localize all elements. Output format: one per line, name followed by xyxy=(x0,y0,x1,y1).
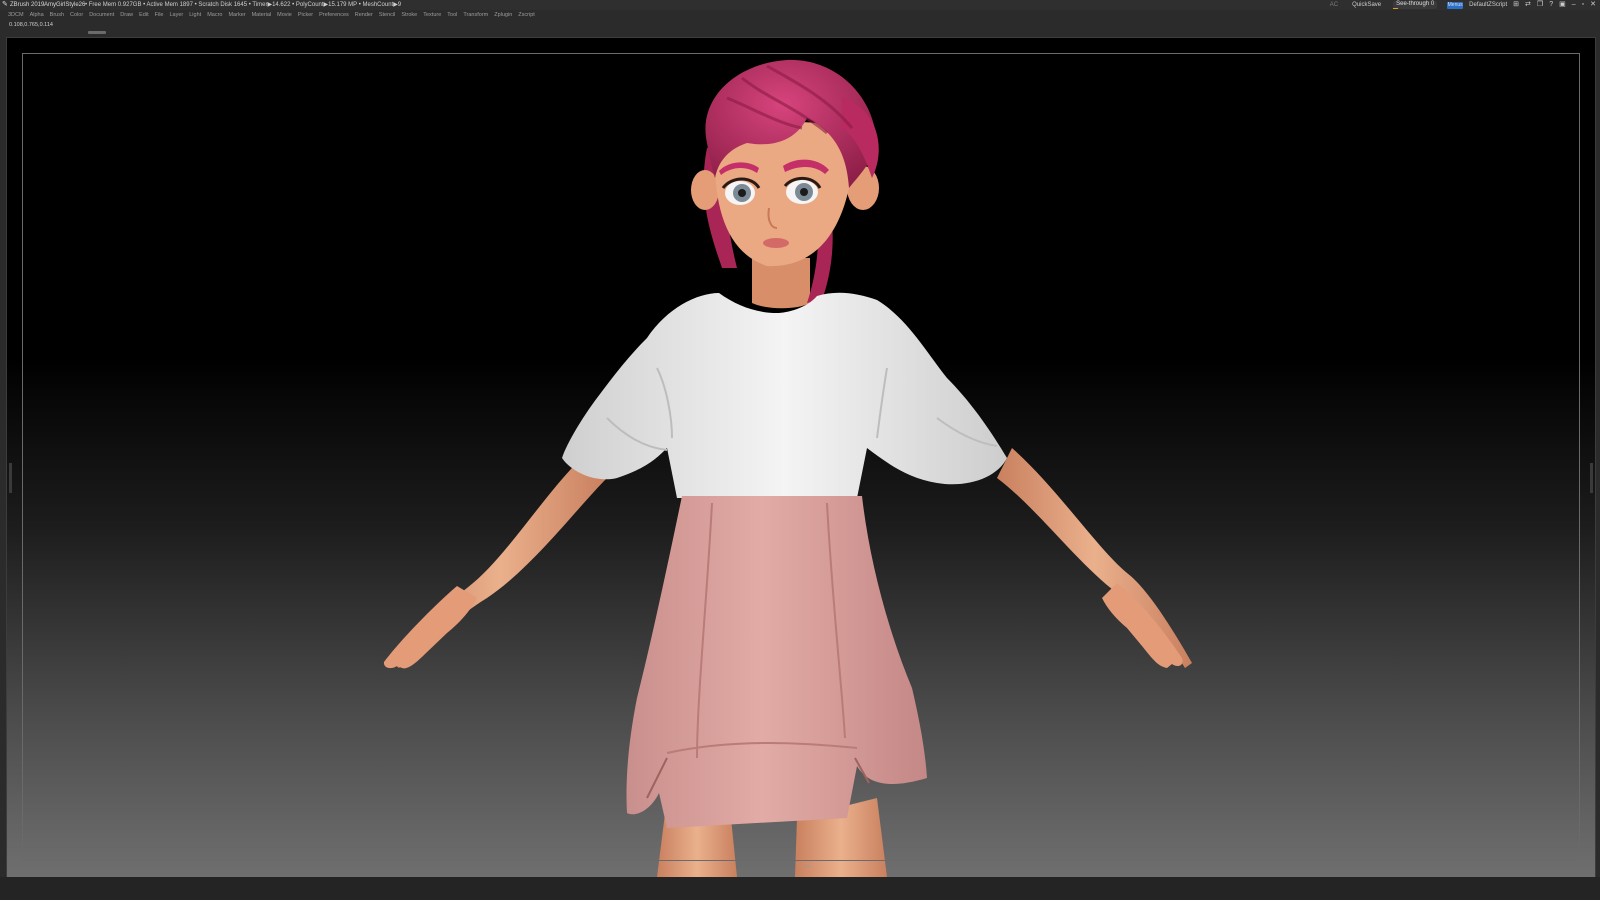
title-bar-controls: AC QuickSave See-through 0 Menus Default… xyxy=(1330,0,1596,10)
menu-item-texture[interactable]: Texture xyxy=(423,10,441,20)
menu-item-picker[interactable]: Picker xyxy=(298,10,313,20)
menu-item-color[interactable]: Color xyxy=(70,10,83,20)
menu-item-stroke[interactable]: Stroke xyxy=(401,10,417,20)
character-model[interactable] xyxy=(7,38,1595,877)
menu-bar: 3DCM Alpha Brush Color Document Draw Edit File L… xyxy=(0,10,1600,20)
menu-item-layer[interactable]: Layer xyxy=(169,10,183,20)
help-icon[interactable]: ? xyxy=(1549,0,1553,10)
tray-handle[interactable] xyxy=(88,31,106,34)
document-name: AmyGirlStyle26 xyxy=(44,2,86,8)
bottom-tray-handle[interactable]: ▴▾ xyxy=(780,865,834,870)
menu-item-preferences[interactable]: Preferences xyxy=(319,10,349,20)
document-viewport[interactable]: ▴▾ xyxy=(6,37,1596,878)
menu-item-brush[interactable]: Brush xyxy=(50,10,64,20)
app-name: ZBrush 2019 xyxy=(10,2,45,8)
title-bar: ✎ ZBrush 2019 AmyGirlStyle26 • Free Mem … xyxy=(0,0,1600,10)
ac-button[interactable]: AC xyxy=(1330,0,1338,10)
menu-item-render[interactable]: Render xyxy=(355,10,373,20)
see-through-slider[interactable]: See-through 0 xyxy=(1393,1,1438,9)
default-zscript-button[interactable]: DefaultZScript xyxy=(1469,0,1507,10)
menu-item-transform[interactable]: Transform xyxy=(463,10,488,20)
menu-item-zscript[interactable]: Zscript xyxy=(518,10,535,20)
bottom-shelf xyxy=(0,877,1600,900)
tray-bar xyxy=(0,30,1600,36)
menu-item-macro[interactable]: Macro xyxy=(207,10,222,20)
mouth xyxy=(763,238,789,248)
shirt xyxy=(562,292,1007,498)
menu-items: 3DCM Alpha Brush Color Document Draw Edit File L… xyxy=(8,10,535,20)
right-tray-handle[interactable] xyxy=(1590,463,1593,493)
menu-item-marker[interactable]: Marker xyxy=(228,10,245,20)
layout-icon[interactable]: ⊞ xyxy=(1513,0,1519,10)
menu-item-draw[interactable]: Draw xyxy=(120,10,133,20)
menu-item-stencil[interactable]: Stencil xyxy=(379,10,396,20)
menu-item-light[interactable]: Light xyxy=(189,10,201,20)
cursor-coordinates: 0.108,0.765,0.114 xyxy=(9,22,53,28)
menu-item-edit[interactable]: Edit xyxy=(139,10,148,20)
lock-icon[interactable]: ▣ xyxy=(1559,0,1566,10)
menu-item-alpha[interactable]: Alpha xyxy=(30,10,44,20)
menu-item-3dcm[interactable]: 3DCM xyxy=(8,10,24,20)
menu-item-file[interactable]: File xyxy=(155,10,164,20)
see-through-fill xyxy=(1393,8,1398,9)
menus-button[interactable]: Menus xyxy=(1447,1,1464,9)
info-bar: 0.108,0.765,0.114 xyxy=(0,20,1600,30)
menu-item-zplugin[interactable]: Zplugin xyxy=(494,10,512,20)
menu-item-tool[interactable]: Tool xyxy=(447,10,457,20)
menu-item-document[interactable]: Document xyxy=(89,10,114,20)
memory-stats: • Free Mem 0.927GB • Active Mem 1897 • S… xyxy=(85,2,402,8)
menu-item-material[interactable]: Material xyxy=(252,10,272,20)
swap-icon[interactable]: ⇄ xyxy=(1525,0,1531,10)
minimize-icon[interactable]: – xyxy=(1572,0,1576,10)
restore-icon[interactable]: ▫ xyxy=(1582,0,1584,10)
skirt xyxy=(626,496,927,828)
zbrush-logo-icon[interactable]: ✎ xyxy=(2,1,8,8)
left-tray-handle[interactable] xyxy=(9,463,12,493)
close-icon[interactable]: ✕ xyxy=(1590,0,1596,10)
menu-item-movie[interactable]: Movie xyxy=(277,10,292,20)
quicksave-button[interactable]: QuickSave xyxy=(1352,0,1381,10)
see-through-label: See-through 0 xyxy=(1396,1,1435,7)
window-icon[interactable]: ❐ xyxy=(1537,0,1543,10)
